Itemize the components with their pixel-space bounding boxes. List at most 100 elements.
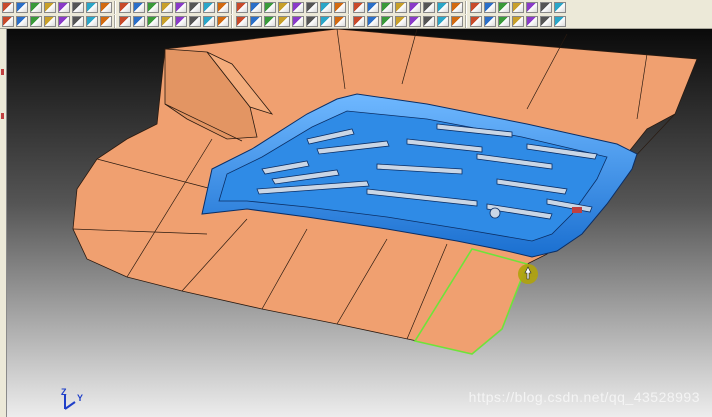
line-icon[interactable] (161, 2, 173, 13)
lines-icon[interactable] (484, 2, 496, 13)
undo-icon[interactable] (58, 16, 70, 27)
zoom-icon[interactable] (353, 2, 365, 13)
view-side-icon[interactable] (30, 16, 42, 27)
sphere-icon[interactable] (292, 16, 304, 27)
blend-icon[interactable] (409, 16, 421, 27)
move-icon[interactable] (320, 16, 332, 27)
zoom-in-icon[interactable] (119, 16, 131, 27)
toolbar-row-1 (0, 1, 712, 14)
divide-icon[interactable] (292, 2, 304, 13)
show-icon[interactable] (203, 16, 215, 27)
view-front-icon[interactable] (2, 16, 14, 27)
loft-icon[interactable] (437, 16, 449, 27)
tree-icon[interactable] (540, 16, 552, 27)
mirror-icon[interactable] (119, 2, 131, 13)
trim-icon[interactable] (264, 2, 276, 13)
solid-icon[interactable] (250, 16, 262, 27)
layer2-icon[interactable] (498, 16, 510, 27)
draft-icon[interactable] (470, 16, 482, 27)
brush-icon[interactable] (540, 2, 552, 13)
cursor-marker[interactable] (518, 264, 538, 284)
panel-marker-icon (1, 113, 4, 119)
grid2-icon[interactable] (554, 16, 566, 27)
pan-icon[interactable] (86, 16, 98, 27)
toolbar-separator (348, 1, 350, 14)
red-marker (572, 207, 582, 213)
cube-icon[interactable] (554, 2, 566, 13)
offset-icon[interactable] (250, 2, 262, 13)
render-icon[interactable] (423, 2, 435, 13)
copy-icon[interactable] (320, 2, 332, 13)
select-icon[interactable] (86, 2, 98, 13)
toolbar-separator (465, 15, 467, 28)
axis-y-label: Y (77, 393, 83, 403)
toolbar-separator (465, 1, 467, 14)
viewport-canvas[interactable]: Z Y (7, 29, 712, 417)
triangle-icon[interactable] (147, 16, 159, 27)
shell-icon[interactable] (451, 16, 463, 27)
view-iso-icon[interactable] (44, 16, 56, 27)
color-icon[interactable] (381, 2, 393, 13)
light-icon[interactable] (395, 2, 407, 13)
fit-icon[interactable] (100, 16, 112, 27)
split-icon[interactable] (484, 16, 496, 27)
circle-icon[interactable] (189, 2, 201, 13)
left-side-panel[interactable] (0, 29, 7, 417)
wrap-icon[interactable] (395, 16, 407, 27)
toolbar-separator (348, 15, 350, 28)
analyze-icon[interactable] (100, 2, 112, 13)
toolbar-separator (231, 15, 233, 28)
pen-icon[interactable] (470, 2, 482, 13)
cone-icon[interactable] (306, 16, 318, 27)
palette-icon[interactable] (526, 16, 538, 27)
file-icon[interactable] (2, 2, 14, 13)
dim-icon[interactable] (175, 16, 187, 27)
fillet-icon[interactable] (236, 2, 248, 13)
layer-icon[interactable] (133, 2, 145, 13)
rotate-icon[interactable] (72, 16, 84, 27)
box-icon[interactable] (264, 16, 276, 27)
sweep-icon[interactable] (423, 16, 435, 27)
hide-icon[interactable] (189, 16, 201, 27)
open-icon[interactable] (16, 2, 28, 13)
toolbar-separator (114, 15, 116, 28)
wireframe-icon[interactable] (451, 2, 463, 13)
window-icon[interactable] (498, 2, 510, 13)
cut-icon[interactable] (217, 16, 229, 27)
arc-tool-icon[interactable] (203, 2, 215, 13)
toolbar-separator (231, 1, 233, 14)
join-icon[interactable] (306, 2, 318, 13)
toolbar-row-2 (0, 15, 712, 28)
check-icon[interactable] (526, 2, 538, 13)
axis-z-label: Z (61, 387, 67, 397)
mount-hole (489, 207, 501, 219)
level-icon[interactable] (409, 2, 421, 13)
grid-icon[interactable] (367, 2, 379, 13)
curve-icon[interactable] (175, 2, 187, 13)
cylinder-icon[interactable] (278, 16, 290, 27)
panel-marker-icon (1, 69, 4, 75)
save-icon[interactable] (30, 2, 42, 13)
toolbar-separator (114, 1, 116, 14)
pipe-icon[interactable] (72, 2, 84, 13)
window2-icon[interactable] (512, 2, 524, 13)
spline-icon[interactable] (217, 2, 229, 13)
shade-icon[interactable] (437, 2, 449, 13)
project-icon[interactable] (367, 16, 379, 27)
line-select-icon[interactable] (161, 16, 173, 27)
watermark-text: https://blog.csdn.net/qq_43528993 (468, 389, 700, 405)
point-icon[interactable] (147, 2, 159, 13)
flatten-icon[interactable] (381, 16, 393, 27)
group-icon[interactable] (236, 16, 248, 27)
array-icon[interactable] (353, 16, 365, 27)
view-top-icon[interactable] (16, 16, 28, 27)
list-icon[interactable] (512, 16, 524, 27)
measure-icon[interactable] (334, 2, 346, 13)
zoom-out-icon[interactable] (133, 16, 145, 27)
surface-icon[interactable] (58, 2, 70, 13)
extend-icon[interactable] (278, 2, 290, 13)
toolbar-strip (0, 0, 712, 29)
3d-viewport[interactable]: Z Y (7, 29, 712, 417)
arc-icon[interactable] (44, 2, 56, 13)
scale-icon[interactable] (334, 16, 346, 27)
